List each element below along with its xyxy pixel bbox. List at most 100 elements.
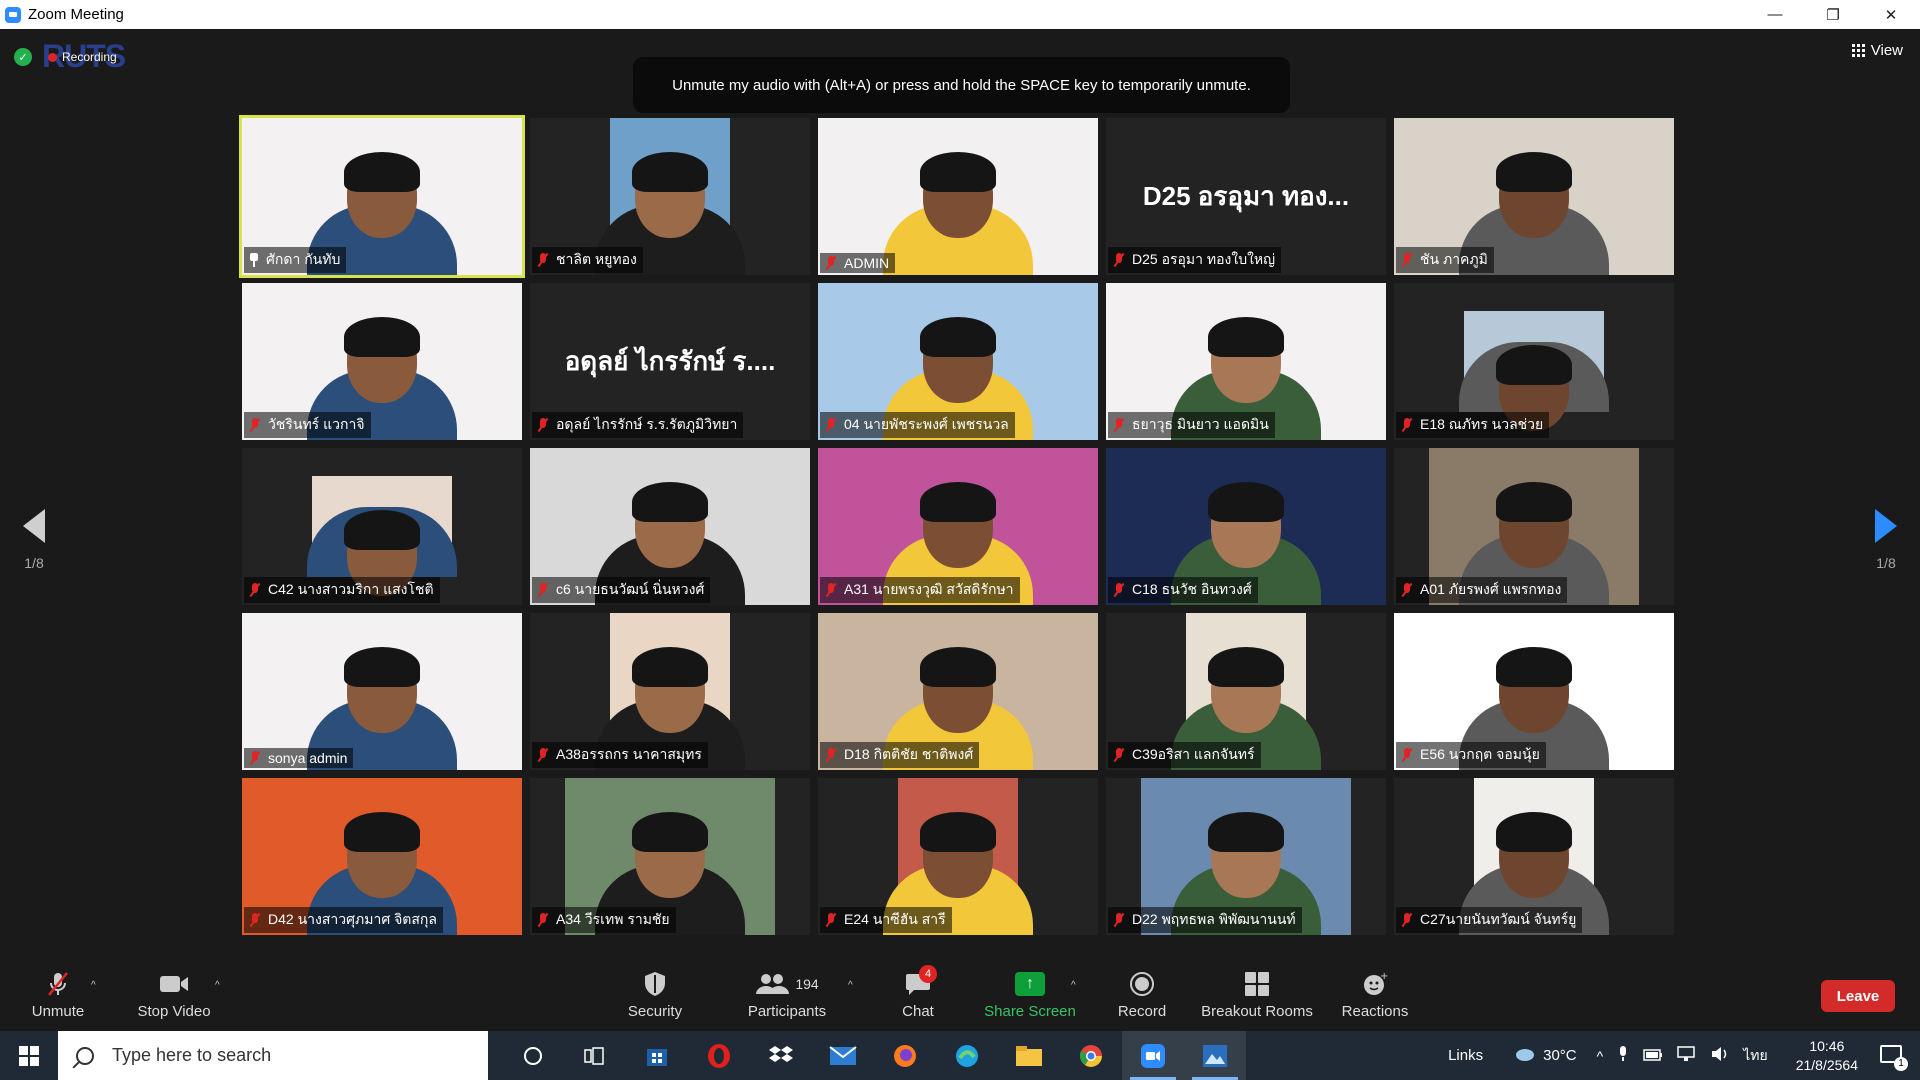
participants-options-caret[interactable]: ^ [848,980,853,991]
participant-name-label: ธยาวุธ มินยาว แอดมิน [1108,412,1275,438]
firefox-icon[interactable] [874,1031,936,1080]
participant-tile[interactable]: C27นายนันทวัฒน์ จันทร์ยู [1394,778,1674,935]
share-options-caret[interactable]: ^ [1071,980,1076,991]
participant-tile[interactable]: E56 นวกฤต จอมนุ้ย [1394,613,1674,770]
participant-tile[interactable]: ศักดา กันทับ [239,115,525,278]
breakout-rooms-button[interactable]: Breakout Rooms [1198,959,1316,1031]
participant-tile[interactable]: D42 นางสาวศุภมาศ จิตสกุล [242,778,522,935]
weather-icon[interactable] [1513,1046,1535,1066]
input-language[interactable]: ไทย [1743,1045,1767,1067]
participant-tile[interactable]: 04 นายพัชระพงศ์ เพชรนวล [818,283,1098,440]
share-screen-button[interactable]: ↑ Share Screen [982,959,1078,1031]
participant-tile[interactable]: ธยาวุธ มินยาว แอดมิน [1106,283,1386,440]
video-options-caret[interactable]: ^ [215,980,220,991]
participant-name: D25 อรอุมา ทองใบใหญ่ [1132,251,1276,267]
store-icon[interactable] [626,1031,688,1080]
share-screen-label: Share Screen [984,1002,1076,1020]
previous-page-button[interactable]: 1/8 [20,509,48,571]
participant-name-label: วัชรินทร์ แวกาจิ [244,412,371,438]
leave-button[interactable]: Leave [1821,980,1895,1012]
participant-tile[interactable]: วัชรินทร์ แวกาจิ [242,283,522,440]
recording-indicator[interactable]: RUTS Recording [42,38,152,74]
next-page-button[interactable]: 1/8 [1872,509,1900,571]
task-view-icon[interactable] [564,1031,626,1080]
security-button[interactable]: Security [620,959,690,1031]
participant-name: อดุลย์ ไกรรักษ์ ร.ร.รัตภูมิวิทยา [556,416,738,432]
microphone-icon[interactable] [1617,1046,1629,1065]
participant-tile[interactable]: A31 นายพรงวุฒิ สวัสดิรักษา [818,448,1098,605]
network-icon[interactable] [1677,1046,1697,1065]
mail-icon[interactable] [812,1031,874,1080]
participant-name-label: A34 วีรเทพ รามชัย [532,907,676,933]
photos-icon[interactable] [1184,1031,1246,1080]
participant-tile[interactable]: อดุลย์ ไกรรักษ์ ร.... อดุลย์ ไกรรักษ์ ร.ร… [530,283,810,440]
clock-date: 21/8/2564 [1795,1056,1858,1073]
participant-name: D18 กิตติชัย ชาติพงศ์ [844,746,974,762]
participant-name-label: C42 นางสาวมริกา แสงโชติ [244,577,440,603]
chrome-icon[interactable] [1060,1031,1122,1080]
dropbox-icon[interactable] [750,1031,812,1080]
chat-button[interactable]: 4 Chat [888,959,948,1031]
participant-silhouette-hair [1496,812,1572,852]
participant-tile[interactable]: A01 ภัยรพงศ์ แพรกทอง [1394,448,1674,605]
close-button[interactable]: ✕ [1862,0,1920,29]
view-button[interactable]: View [1851,42,1903,59]
reactions-button[interactable]: + Reactions [1336,959,1414,1031]
zoom-icon[interactable] [1122,1031,1184,1080]
weather-temperature[interactable]: 30°C [1543,1047,1577,1064]
participant-tile[interactable]: D25 อรอุมา ทอง... D25 อรอุมา ทองใบใหญ่ [1106,118,1386,275]
participant-tile[interactable]: ชาลิต หยูทอง [530,118,810,275]
participant-name: ธยาวุธ มินยาว แอดมิน [1132,416,1269,432]
links-toolbar[interactable]: Links [1448,1047,1483,1064]
participant-tile[interactable]: C39อริสา แลกจันทร์ [1106,613,1386,770]
participants-label: Participants [747,1002,827,1020]
battery-icon[interactable] [1643,1048,1663,1064]
reactions-label: Reactions [1341,1002,1409,1020]
mic-muted-icon [536,417,550,433]
participant-tile[interactable]: E24 นาซีฮัน สารี [818,778,1098,935]
participant-name-label: D18 กิตติชัย ชาติพงศ์ [820,742,980,768]
volume-icon[interactable] [1711,1046,1729,1065]
participant-silhouette-hair [1208,482,1284,522]
taskbar-clock[interactable]: 10:46 21/8/2564 [1796,1037,1858,1075]
restore-button[interactable]: ❐ [1804,0,1862,29]
action-center-button[interactable]: 1 [1878,1041,1908,1071]
participant-silhouette-hair [632,647,708,687]
show-hidden-icons-icon[interactable]: ^ [1597,1048,1604,1064]
record-button[interactable]: Record [1110,959,1174,1031]
start-button[interactable] [0,1031,58,1080]
participant-tile[interactable]: c6 นายธนวัฒน์ นิ่นหวงศ์ [530,448,810,605]
encryption-shield-icon[interactable]: ✓ [14,48,32,66]
taskbar-search-box[interactable]: Type here to search [58,1031,488,1080]
participant-name-label: ชาลิต หยูทอง [532,247,643,273]
participant-tile[interactable]: A34 วีรเทพ รามชัย [530,778,810,935]
participant-tile[interactable]: sonya admin [242,613,522,770]
participant-tile[interactable]: ชัน ภาคภูมิ [1394,118,1674,275]
mic-muted-icon [1112,417,1126,433]
participant-tile[interactable]: ADMIN [818,118,1098,275]
participant-silhouette-hair [1208,812,1284,852]
unmute-button[interactable]: Unmute [22,959,94,1031]
page-indicator-left: 1/8 [24,555,44,571]
reactions-smiley-icon: + [1360,971,1390,997]
minimize-button[interactable]: — [1746,0,1804,29]
edge-icon[interactable] [936,1031,998,1080]
audio-options-caret[interactable]: ^ [91,980,96,991]
mic-muted-icon [1400,912,1414,928]
security-shield-icon [640,971,670,997]
participant-tile[interactable]: A38อรรถกร นาคาสมุทร [530,613,810,770]
participants-button[interactable]: 194 Participants [742,959,832,1031]
cortana-icon[interactable] [502,1031,564,1080]
participant-tile[interactable]: E18 ณภัทร นวลช่วย [1394,283,1674,440]
participant-tile[interactable]: D22 พฤทธพล พิพัฒนานนท์ [1106,778,1386,935]
participant-tile[interactable]: D18 กิตติชัย ชาติพงศ์ [818,613,1098,770]
stop-video-button[interactable]: Stop Video [132,959,216,1031]
participants-icon: 194 [752,971,822,997]
mic-muted-icon [824,255,838,271]
opera-icon[interactable] [688,1031,750,1080]
participant-tile[interactable]: C42 นางสาวมริกา แสงโชติ [242,448,522,605]
mic-muted-icon [248,912,262,928]
participant-tile[interactable]: C18 ธนวัช อินทวงศ์ [1106,448,1386,605]
file-explorer-icon[interactable] [998,1031,1060,1080]
participant-name-label: A31 นายพรงวุฒิ สวัสดิรักษา [820,577,1020,603]
